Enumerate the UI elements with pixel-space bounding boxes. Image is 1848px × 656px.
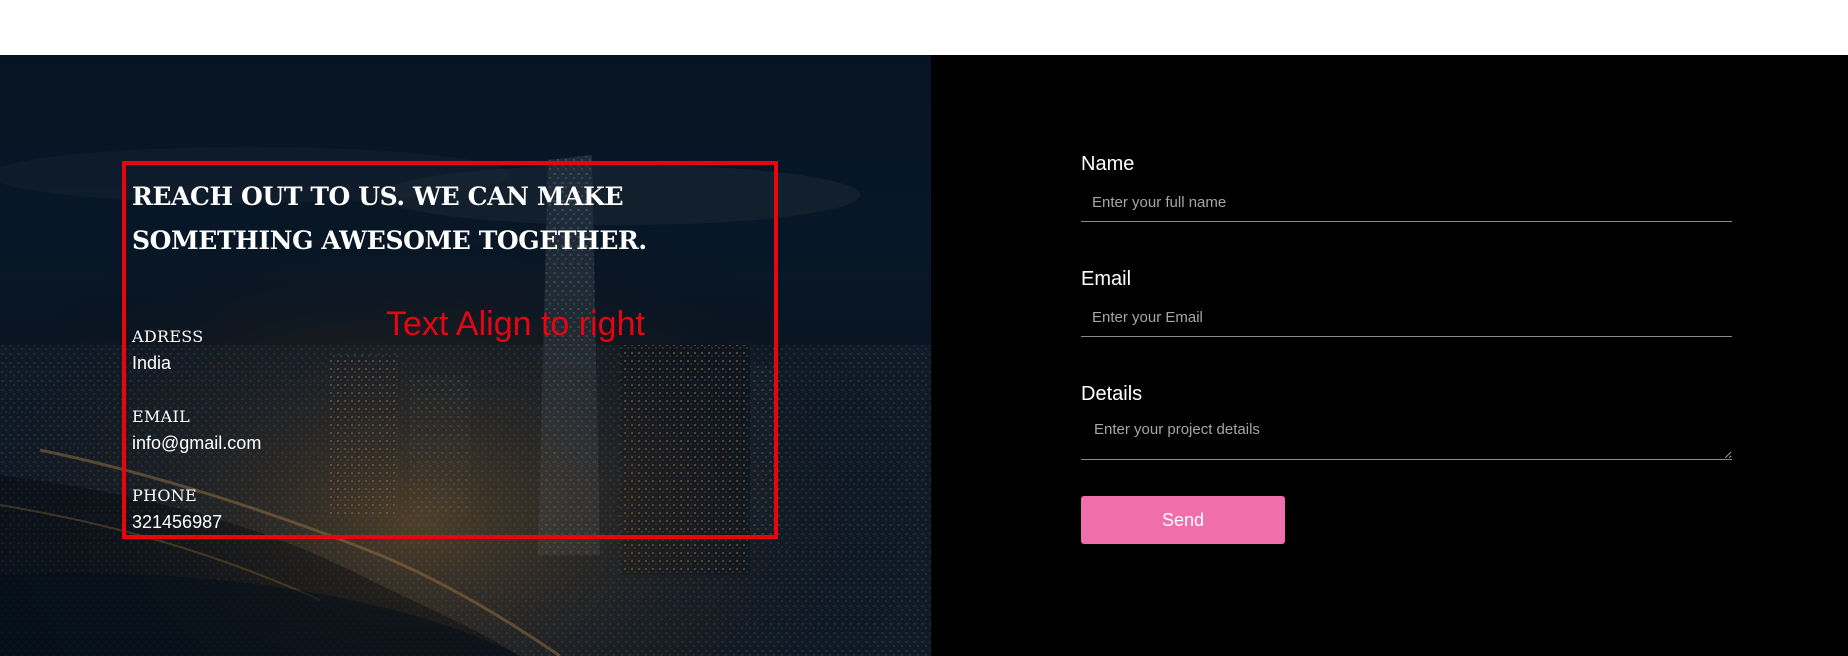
name-field-group: Name	[1081, 153, 1732, 222]
email-input[interactable]	[1081, 299, 1732, 337]
phone-label: PHONE	[132, 486, 198, 505]
contact-info-box: Reach out to us. We can make something a…	[122, 161, 778, 539]
contact-heading: Reach out to us. We can make something a…	[132, 182, 647, 255]
details-textarea[interactable]	[1081, 414, 1732, 460]
city-background-image: Reach out to us. We can make something a…	[0, 55, 931, 656]
details-field-group: Details	[1081, 383, 1732, 460]
details-label: Details	[1081, 383, 1143, 405]
address-value: India	[132, 353, 172, 373]
email-field-label: Email	[1081, 268, 1132, 290]
name-label: Name	[1081, 153, 1135, 175]
top-blank-strip	[0, 0, 1848, 55]
phone-value: 321456987	[132, 512, 223, 532]
email-value: info@gmail.com	[132, 433, 262, 453]
address-label: ADRESS	[132, 327, 204, 346]
contact-form-panel: Name Email Details Send	[931, 55, 1848, 656]
send-button[interactable]: Send	[1081, 496, 1285, 544]
contact-section: Reach out to us. We can make something a…	[0, 55, 1848, 656]
email-label: EMAIL	[132, 407, 191, 426]
text-align-annotation: Text Align to right	[386, 305, 645, 343]
email-field-group: Email	[1081, 268, 1732, 337]
name-input[interactable]	[1081, 184, 1732, 222]
